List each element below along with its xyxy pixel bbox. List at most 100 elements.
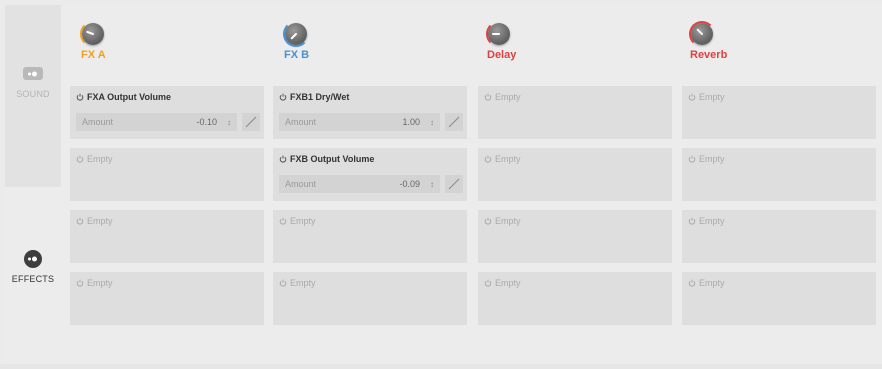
modulation-line-icon [245, 116, 257, 128]
slot-name: Empty [688, 154, 876, 164]
macro-slot[interactable]: Empty [478, 210, 672, 263]
effects-icon [24, 250, 42, 268]
column-header-reverb: Reverb [687, 21, 807, 61]
macro-knob[interactable] [80, 21, 104, 47]
slot-label: Empty [495, 278, 521, 288]
slot-label: Empty [699, 278, 725, 288]
macro-slot[interactable]: Empty [70, 272, 264, 325]
power-icon[interactable] [688, 217, 696, 225]
slot-name: FXA Output Volume [76, 92, 264, 102]
power-icon[interactable] [76, 155, 84, 163]
macro-slot[interactable]: Empty [682, 86, 876, 139]
slot-name: Empty [279, 216, 467, 226]
sidebar-tab-sound[interactable]: SOUND [5, 5, 61, 187]
slot-label: Empty [495, 92, 521, 102]
slot-label: Empty [290, 216, 316, 226]
column-header-delay: Delay [484, 21, 604, 61]
modulation-button[interactable] [445, 113, 463, 131]
slot-label: Empty [495, 154, 521, 164]
slot-name: Empty [484, 92, 672, 102]
amount-field[interactable]: Amount -0.09 ↕ [279, 175, 440, 193]
column-title: FX A [81, 49, 106, 61]
slot-name: FXB Output Volume [279, 154, 467, 164]
power-icon[interactable] [688, 279, 696, 287]
slot-name: Empty [484, 216, 672, 226]
sidebar-tab-label: SOUND [16, 89, 50, 99]
modulation-line-icon [448, 116, 460, 128]
slot-label: Empty [290, 278, 316, 288]
power-icon[interactable] [484, 279, 492, 287]
slot-name: Empty [76, 216, 264, 226]
param-label: Amount [285, 117, 317, 127]
power-icon[interactable] [76, 279, 84, 287]
modulation-button[interactable] [445, 175, 463, 193]
power-icon[interactable] [484, 217, 492, 225]
macro-slot[interactable]: Empty [682, 210, 876, 263]
sidebar-tab-label: EFFECTS [11, 274, 55, 284]
power-icon[interactable] [484, 155, 492, 163]
macro-slot[interactable]: Empty [682, 148, 876, 201]
slot-label: Empty [495, 216, 521, 226]
power-icon[interactable] [279, 155, 287, 163]
param-value: 1.00 [402, 117, 420, 127]
param-value: -0.09 [399, 179, 420, 189]
column-title: Delay [487, 49, 517, 61]
slot-name: FXB1 Dry/Wet [279, 92, 467, 102]
slot-label: FXA Output Volume [87, 92, 171, 102]
sound-icon [23, 67, 43, 80]
column-title: Reverb [690, 49, 728, 61]
macro-slot[interactable]: Empty [478, 86, 672, 139]
power-icon[interactable] [688, 155, 696, 163]
stepper-icon[interactable]: ↕ [430, 180, 434, 189]
macro-slot[interactable]: FXB Output Volume Amount -0.09 ↕ [273, 148, 467, 201]
macro-knob[interactable] [689, 21, 715, 47]
slot-name: Empty [688, 278, 876, 288]
power-icon[interactable] [688, 93, 696, 101]
power-icon[interactable] [279, 93, 287, 101]
slot-name: Empty [76, 278, 264, 288]
modulation-line-icon [448, 178, 460, 190]
slot-label: Empty [87, 278, 113, 288]
slot-name: Empty [688, 92, 876, 102]
macro-slot[interactable]: Empty [70, 210, 264, 263]
power-icon[interactable] [279, 279, 287, 287]
slot-label: Empty [87, 216, 113, 226]
column-header-fx-b: FX B [281, 21, 401, 61]
macro-slot[interactable]: Empty [682, 272, 876, 325]
slot-label: FXB Output Volume [290, 154, 375, 164]
stepper-icon[interactable]: ↕ [227, 118, 231, 127]
amount-field[interactable]: Amount -0.10 ↕ [76, 113, 237, 131]
power-icon[interactable] [76, 217, 84, 225]
power-icon[interactable] [484, 93, 492, 101]
slot-name: Empty [484, 278, 672, 288]
slot-name: Empty [279, 278, 467, 288]
slot-label: Empty [699, 92, 725, 102]
macro-slot[interactable]: Empty [273, 272, 467, 325]
macro-slot[interactable]: Empty [478, 148, 672, 201]
effects-panel: SOUND EFFECTS FX A FX B Delay Reverb FXA… [5, 5, 882, 364]
column-title: FX B [284, 49, 310, 61]
macro-slot[interactable]: Empty [273, 210, 467, 263]
slot-name: Empty [76, 154, 264, 164]
amount-field[interactable]: Amount 1.00 ↕ [279, 113, 440, 131]
column-header-fx-a: FX A [78, 21, 198, 61]
param-label: Amount [285, 179, 317, 189]
slot-name: Empty [484, 154, 672, 164]
macro-knob[interactable] [283, 21, 309, 47]
slot-label: FXB1 Dry/Wet [290, 92, 350, 102]
macro-slot[interactable]: Empty [70, 148, 264, 201]
macro-knob[interactable] [486, 21, 510, 47]
sidebar-tab-effects[interactable]: EFFECTS [5, 187, 61, 364]
macro-slot[interactable]: FXA Output Volume Amount -0.10 ↕ [70, 86, 264, 139]
slot-label: Empty [87, 154, 113, 164]
macro-slot[interactable]: FXB1 Dry/Wet Amount 1.00 ↕ [273, 86, 467, 139]
macro-slot[interactable]: Empty [478, 272, 672, 325]
power-icon[interactable] [76, 93, 84, 101]
power-icon[interactable] [279, 217, 287, 225]
slot-name: Empty [688, 216, 876, 226]
param-value: -0.10 [196, 117, 217, 127]
slot-label: Empty [699, 216, 725, 226]
stepper-icon[interactable]: ↕ [430, 118, 434, 127]
modulation-button[interactable] [242, 113, 260, 131]
bottom-strip [0, 364, 882, 369]
